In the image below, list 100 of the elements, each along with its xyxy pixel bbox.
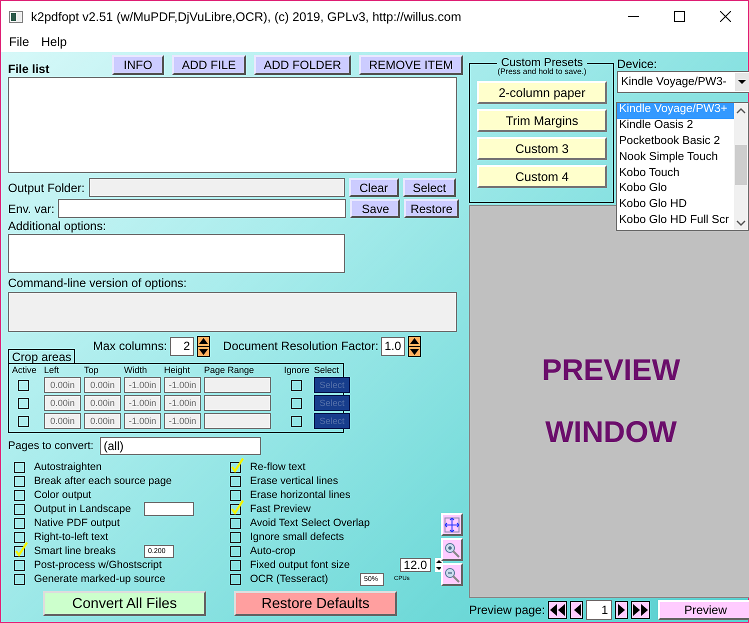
output-folder-field[interactable] <box>88 178 345 197</box>
zoom-out-button[interactable] <box>441 563 463 586</box>
first-page-button[interactable] <box>548 601 568 619</box>
crop-value-field[interactable]: 0.00in <box>44 377 81 393</box>
crop-value-field[interactable]: -1.00in <box>124 413 161 429</box>
device-option[interactable]: Pocketbook Basic 2 <box>617 134 734 151</box>
toolbar-button[interactable]: ADD FILE <box>172 55 246 75</box>
action-button[interactable]: Restore Defaults <box>234 591 397 616</box>
option-label: Autostraighten <box>34 461 102 473</box>
preview-text: WINDOW <box>545 416 677 450</box>
scrollbar[interactable] <box>734 103 748 230</box>
env-button[interactable]: Save <box>350 199 400 218</box>
option-label: Erase horizontal lines <box>250 489 350 501</box>
device-dropdown[interactable]: Kindle Voyage/PW3- <box>617 71 749 93</box>
column-header: Ignore <box>284 365 311 375</box>
folder-button[interactable]: Clear <box>348 178 399 197</box>
device-option[interactable]: Kobo Glo HD <box>617 198 734 214</box>
spinner-arrows-icon[interactable] <box>197 336 210 356</box>
preset-button[interactable]: Trim Margins <box>477 109 607 132</box>
option-label: Auto-crop <box>250 545 296 557</box>
checkbox[interactable] <box>230 456 244 472</box>
preset-button[interactable]: 2-column paper <box>477 81 607 104</box>
crop-value-field[interactable]: 0.00in <box>44 413 81 429</box>
crop-value-field[interactable]: -1.00in <box>164 413 201 429</box>
crop-value-field[interactable]: -1.00in <box>164 377 201 393</box>
option-label: Fixed output font size <box>250 559 351 571</box>
crop-value-field[interactable]: 0.00in <box>84 395 121 411</box>
option-label: Ignore small defects <box>250 531 344 543</box>
close-icon <box>720 11 730 22</box>
crop-value-field[interactable]: 0.00in <box>84 413 121 429</box>
max-columns-label: Max columns: <box>93 339 168 353</box>
folder-button[interactable]: Select <box>402 178 456 197</box>
env-button[interactable]: Restore <box>404 199 458 218</box>
toolbar-button[interactable]: ADD FOLDER <box>254 55 352 75</box>
page-range-field[interactable] <box>204 395 271 411</box>
crop-value-field[interactable]: -1.00in <box>164 395 201 411</box>
option-label: Right-to-left text <box>34 531 108 543</box>
option-label: Avoid Text Select Overlap <box>250 517 370 529</box>
pages-label: Pages to convert: <box>8 440 94 452</box>
menu-item[interactable]: Help <box>35 32 73 52</box>
checkbox[interactable] <box>14 540 28 556</box>
page-range-field[interactable] <box>204 377 271 393</box>
device-option[interactable]: Kobo Glo HD Full Scr <box>617 214 734 230</box>
next-page-button[interactable] <box>615 601 628 619</box>
crop-value-field[interactable]: -1.00in <box>124 377 161 393</box>
column-header: Active <box>12 365 38 375</box>
presets-title: Custom Presets <box>501 57 583 69</box>
option-label: Smart line breaks <box>34 545 117 557</box>
window-title: k2pdfopt v2.51 (w/MuPDF,DjVuLibre,OCR), (c) 2019, GPLv3, http://willus.com <box>31 10 462 24</box>
previous-page-button[interactable] <box>570 601 584 619</box>
column-header: Height <box>164 365 192 375</box>
column-header: Page Range <box>204 365 256 375</box>
option-label: Generate marked-up source <box>34 573 166 585</box>
option-label: Output in Landscape <box>34 503 132 515</box>
additional-options-label: Additional options: <box>8 219 108 234</box>
font-size-field[interactable]: 12.0 <box>400 558 431 572</box>
crop-value-field[interactable]: -1.00in <box>124 395 161 411</box>
option-label: Native PDF output <box>34 517 120 529</box>
option-label: Break after each source page <box>34 475 172 487</box>
option-label: OCR (Tesseract) <box>250 573 330 585</box>
device-option[interactable]: Kobo Glo <box>617 182 734 198</box>
option-label: Post-process w/Ghostscript <box>34 559 162 571</box>
resolution-field[interactable]: 1.0 <box>381 336 406 356</box>
max-columns-field[interactable]: 2 <box>170 336 194 356</box>
action-button[interactable]: Convert All Files <box>43 591 206 616</box>
maximize-icon <box>674 11 684 22</box>
crop-value-field[interactable]: 0.00in <box>44 395 81 411</box>
column-header: Top <box>84 365 100 375</box>
toolbar-button[interactable]: REMOVE ITEM <box>358 55 463 75</box>
column-header: Left <box>44 365 60 375</box>
option-label: Re-flow text <box>250 461 306 473</box>
fit-move-button[interactable] <box>441 513 463 536</box>
toolbar-button[interactable]: INFO <box>112 55 164 75</box>
last-page-button[interactable] <box>631 601 650 619</box>
preset-button[interactable]: Custom 4 <box>477 165 607 188</box>
page-range-field[interactable] <box>204 413 271 429</box>
option-label: Erase vertical lines <box>250 475 338 487</box>
column-header: Width <box>124 365 148 375</box>
checkbox[interactable] <box>230 498 244 514</box>
file-list-box[interactable] <box>8 77 457 173</box>
command-line-label: Command-line version of options: <box>8 276 188 292</box>
preview-button[interactable]: Preview <box>658 600 749 620</box>
page-field[interactable]: 1 <box>586 600 612 620</box>
additional-options-field[interactable] <box>8 234 345 273</box>
device-option[interactable]: Kobo Touch <box>617 166 734 182</box>
device-option[interactable]: Kindle Oasis 2 <box>617 118 734 135</box>
presets-hint: (Press and hold to save.) <box>496 67 588 76</box>
file-list-label: File list <box>8 62 50 76</box>
text-field[interactable] <box>144 502 194 516</box>
column-header: Select <box>314 365 340 375</box>
menu-item[interactable]: File <box>3 32 36 52</box>
pages-field[interactable]: (all) <box>100 437 261 455</box>
zoom-in-button[interactable] <box>441 538 463 561</box>
crop-value-field[interactable]: 0.00in <box>84 377 121 393</box>
device-option[interactable]: Nook Simple Touch <box>617 150 734 166</box>
device-label: Device: <box>617 57 658 71</box>
preset-button[interactable]: Custom 3 <box>477 137 607 160</box>
spinner-arrows-icon[interactable] <box>408 336 422 356</box>
env-var-field[interactable] <box>58 199 346 218</box>
preview-page-label: Preview page: <box>469 603 546 617</box>
